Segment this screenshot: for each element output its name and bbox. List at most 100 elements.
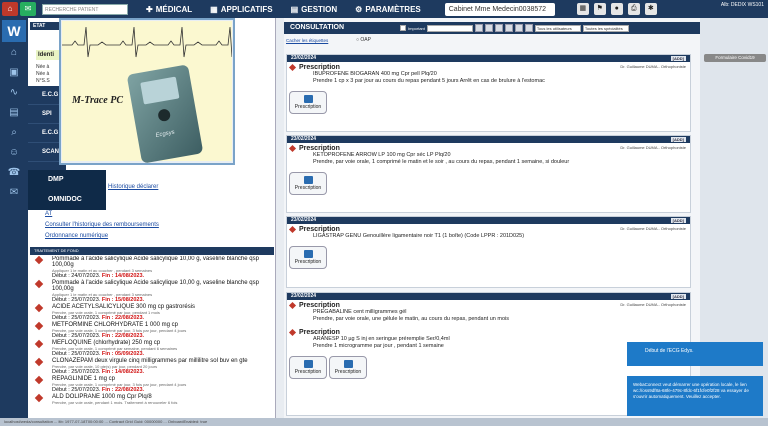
home-icon[interactable]: ⌂: [3, 44, 25, 62]
menu-medical[interactable]: ✚ MÉDICAL: [146, 5, 192, 14]
entry-line: PREGABALINE cent milligrammes gél: [313, 309, 407, 315]
covid-form-button[interactable]: Formulaire Covid19: [704, 54, 766, 62]
consultation-entry: 23/02/2024 [ADD] Prescription Dr. Guillaume…: [286, 54, 691, 132]
specialties-select[interactable]: Toutes les spécialités: [582, 24, 629, 32]
treatment-item[interactable]: ALD DOLIPRANE 1000 mg Cpr Plq/8 Prendre, …: [30, 394, 274, 405]
filter-icon[interactable]: [514, 24, 523, 32]
treatment-header: TRAITEMENT DE FOND: [30, 247, 274, 255]
ecg-device-popup[interactable]: Ecgsys M-Trace PC: [59, 18, 235, 165]
treatment-dates: Début : 25/07/2023. Fin : 22/08/2023.: [52, 333, 145, 339]
add-button[interactable]: [ADD]: [670, 137, 686, 142]
flag-icon[interactable]: ⚑: [593, 3, 606, 15]
treatment-dates: Début : 25/07/2023. Fin : 05/09/2023.: [52, 351, 145, 357]
mail-icon[interactable]: ✉: [3, 184, 25, 202]
chart-icon: ▤: [290, 4, 299, 14]
treatment-dates: Début : 25/07/2023. Fin : 22/08/2023.: [52, 315, 145, 321]
treatment-dates: Début : 24/07/2023. Fin : 14/08/2023.: [52, 273, 145, 279]
treatment-item[interactable]: ACIDE ACETYLSALICYLIQUE 300 mg cp gastro…: [30, 304, 274, 321]
entry-date: 23/02/2024 [ADD]: [287, 55, 690, 62]
declarer-link[interactable]: Historique déclarer: [108, 184, 158, 190]
treatment-list: Pommade à l'acide salicylique Acide sali…: [30, 256, 274, 416]
consultation-entry: 23/02/2024 [ADD] Prescription Dr. Guillaume…: [286, 135, 691, 213]
filter-icon[interactable]: [474, 24, 483, 32]
treatment-dates: Début : 25/07/2023. Fin : 14/08/2023.: [52, 369, 145, 375]
oap-radio[interactable]: ○ OAP: [356, 37, 371, 43]
prescription-button[interactable]: Prescription: [289, 91, 327, 114]
cabinet-selector[interactable]: Cabinet Mme Medecin0038572: [444, 2, 555, 16]
ecg-waveform: [62, 26, 232, 58]
menu-gestion[interactable]: ▤ GESTION: [291, 5, 338, 14]
treatment-item[interactable]: MEFLOQUINE (chlorhydrate) 250 mg cp Prend…: [30, 340, 274, 357]
treatment-name: Pommade à l'acide salicylique Acide sali…: [52, 256, 259, 268]
dmp-menu: DMP OMNIDOC: [28, 170, 106, 210]
settings-icon[interactable]: ✱: [644, 3, 657, 15]
consultation-entry: 23/02/2024 [ADD] Prescription Dr. Guillaume…: [286, 216, 691, 288]
treatment-item[interactable]: CLONAZEPAM deux virgule cinq milligramme…: [30, 358, 274, 375]
filter-select[interactable]: [426, 24, 473, 32]
filter-icon[interactable]: [494, 24, 503, 32]
omnidoc-item[interactable]: OMNIDOC: [28, 190, 106, 210]
patient-search-input[interactable]: RECHERCHE PATIENT: [42, 3, 128, 15]
entry-date: 23/02/2024 [ADD]: [287, 293, 690, 300]
entry-line: LIGASTRAP GENU Genouillère ligamentaire …: [313, 233, 525, 239]
treatment-posology: Prendre, par voie orale, pendant 1 mois.…: [52, 400, 178, 405]
user-icon[interactable]: ☺: [3, 144, 25, 162]
phone-icon[interactable]: ☎: [3, 164, 25, 182]
ecg-icon[interactable]: ∿: [3, 84, 25, 102]
users-select[interactable]: Tous les utilisateurs: [534, 24, 581, 32]
gear-icon: ⚙: [355, 4, 363, 14]
filter-icon[interactable]: [524, 24, 533, 32]
folder-icon[interactable]: ▣: [3, 64, 25, 82]
device-screen: [140, 76, 180, 105]
document-icon[interactable]: ▤: [3, 104, 25, 122]
filter-icon[interactable]: [484, 24, 493, 32]
add-button[interactable]: [ADD]: [670, 56, 686, 61]
important-checkbox[interactable]: [400, 25, 406, 31]
device-label: M-Trace PC: [72, 95, 124, 106]
logo[interactable]: W: [2, 20, 26, 42]
prescription-button[interactable]: Prescription: [329, 356, 367, 379]
chat-icon[interactable]: ✉: [20, 2, 36, 16]
add-button[interactable]: [ADD]: [670, 218, 686, 223]
identity-tab[interactable]: Identi: [36, 50, 60, 60]
treatment-item[interactable]: Pommade à l'acide salicylique Acide sali…: [30, 256, 274, 279]
dmp-item[interactable]: DMP: [28, 170, 106, 190]
entry-doctor: Dr. Guillaume DUMA - Orthophoniste: [620, 64, 686, 69]
print-icon[interactable]: ⎙: [627, 3, 640, 15]
grid-icon: ▦: [210, 4, 218, 14]
entry-line: KETOPROFENE ARROW LP 100 mg Cpr séc LP P…: [313, 152, 451, 158]
historique-link[interactable]: Consulter l'historique des remboursement…: [45, 222, 159, 228]
add-button[interactable]: [ADD]: [670, 294, 686, 299]
search-icon[interactable]: ⌕: [3, 124, 25, 142]
treatment-item[interactable]: REPAGLINIDE 1 mg cp Prendre, par voie ora…: [30, 376, 274, 393]
top-bar: ⌂ ✉ RECHERCHE PATIENT ✚ MÉDICAL ▦ APPLICAT…: [0, 0, 768, 18]
calendar-icon[interactable]: ▦: [576, 3, 589, 15]
home-icon[interactable]: ⌂: [2, 2, 18, 16]
treatment-name: Pommade à l'acide salicylique Acide sali…: [52, 280, 259, 292]
filter-icon[interactable]: [504, 24, 513, 32]
hide-labels-link[interactable]: Cacher les étiquettes: [286, 38, 328, 43]
entry-line: IBUPROFENE BIOGARAN 400 mg Cpr pell Plq/…: [313, 71, 437, 77]
entry-doctor: Dr. Guillaume DUMA - Orthophoniste: [620, 302, 686, 307]
entry-doctor: Dr. Guillaume DUMA - Orthophoniste: [620, 226, 686, 231]
prescription-button[interactable]: Prescription: [289, 172, 327, 195]
important-label: Important: [408, 25, 425, 31]
treatment-item[interactable]: Pommade à l'acide salicylique Acide sali…: [30, 280, 274, 303]
device-button: [157, 108, 172, 123]
entry-doctor: Dr. Guillaume DUMA - Orthophoniste: [620, 145, 686, 150]
menu-parametres[interactable]: ⚙ PARAMÈTRES: [355, 5, 421, 14]
ecg-toast[interactable]: Début de l'ECG Edys.: [627, 342, 763, 366]
device-brand: Ecgsys: [155, 129, 176, 139]
user-info[interactable]: Alb: DEDIX WS101: [721, 2, 764, 8]
sidebar: W ⌂ ▣ ∿ ▤ ⌕ ☺ ☎ ✉: [0, 18, 28, 418]
panel-divider[interactable]: [276, 18, 284, 418]
ordonnance-link[interactable]: Ordonnance numérique: [45, 233, 108, 239]
notification-icon[interactable]: ●: [610, 3, 623, 15]
entry-line: Prendre, par voie orale, 1 comprimé le m…: [313, 159, 570, 165]
webconnect-toast[interactable]: WebaConnect veut démarrer une opération …: [627, 376, 763, 416]
treatment-item[interactable]: METFORMINE CHLORHYDRATE 1 000 mg cp Prend…: [30, 322, 274, 339]
at-link[interactable]: AT: [45, 211, 52, 217]
menu-applicatifs[interactable]: ▦ APPLICATIFS: [210, 5, 272, 14]
prescription-button[interactable]: Prescription: [289, 356, 327, 379]
prescription-button[interactable]: Prescription: [289, 246, 327, 269]
